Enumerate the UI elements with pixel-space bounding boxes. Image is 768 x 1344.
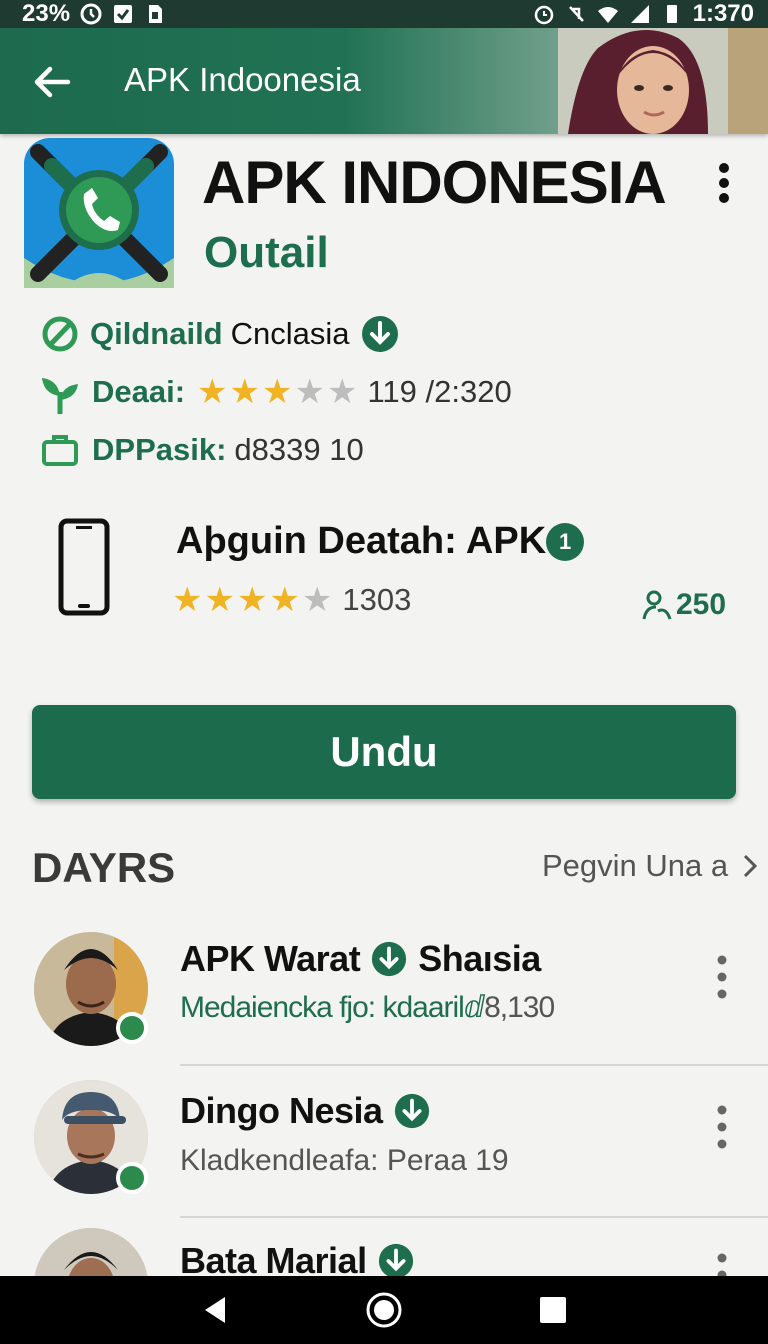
online-indicator (116, 1012, 148, 1044)
device-badge: 1 (546, 522, 585, 561)
shield-check-icon (114, 5, 133, 23)
briefcase-icon (42, 435, 78, 466)
users-icon (642, 590, 672, 620)
app-logo (24, 138, 174, 288)
list-item-title: APK Warat Shaısia (180, 938, 541, 980)
star-icon: ★ (204, 581, 235, 619)
phone-icon (58, 518, 110, 616)
signal-icon (630, 5, 649, 23)
list-item-subtitle-text: Medaiencka fjo: kdaarilⅆ (180, 991, 485, 1024)
nav-recents-icon (540, 1297, 567, 1323)
device-count: 250 (642, 588, 726, 622)
list-item-title-text: Dingo Nesia (180, 1090, 383, 1131)
device-rating: ★ ★ ★ ★ ★ 1303 (172, 582, 411, 618)
rating-row: Deaai: ★ ★ ★ ★ ★ 119 /2:320 (40, 370, 512, 414)
navigation-bar (0, 1276, 768, 1344)
developer-row: Qildnaild Cnclasia (40, 314, 400, 354)
more-vert-icon[interactable] (704, 1102, 740, 1152)
back-arrow-icon[interactable] (30, 60, 74, 104)
star-icon: ★ (301, 581, 333, 619)
battery-icon (666, 5, 677, 23)
status-time: 1:370 (692, 0, 754, 27)
star-icon: ★ (197, 373, 228, 411)
nav-home-button[interactable] (360, 1286, 408, 1334)
more-vert-icon[interactable] (706, 158, 742, 208)
app-bar: APK Indoonesia (0, 28, 768, 134)
star-icon: ★ (236, 581, 268, 619)
device-title-text: Aþguin Deatah: APK (176, 520, 547, 562)
star-icon: ★ (229, 373, 261, 411)
device-rating-count: 1303 (342, 582, 412, 617)
download-badge-icon (372, 941, 407, 977)
device-row[interactable]: Aþguin Deatah: APK 1 ★ ★ ★ ★ ★ 1303 250 (0, 500, 768, 640)
star-icon: ★ (262, 373, 293, 411)
device-rating-stars: ★ ★ ★ ★ ★ (172, 583, 332, 617)
developer-value: Cnclasia (230, 316, 350, 351)
list-item[interactable]: APK Warat Shaısia Medaiencka fjo: kdaari… (0, 930, 768, 1080)
wifi-icon (597, 7, 618, 23)
list-item-subtitle: Kladkendleafa: Peraa 19 (180, 1144, 509, 1177)
more-vert-icon[interactable] (704, 952, 740, 1002)
chevron-right-icon (744, 854, 758, 878)
battery-percent: 23% (22, 0, 71, 27)
list-item-title-extra: Shaısia (418, 938, 541, 979)
screen: 23% 1:370 APK Indoonesia APK INDONESIA O… (0, 0, 768, 1344)
download-badge-icon (361, 316, 398, 352)
list-item-subtitle: Medaiencka fjo: kdaarilⅆ8,130 (180, 990, 555, 1025)
sim-icon (149, 5, 163, 23)
star-icon: ★ (269, 581, 300, 619)
rating-label: Deaai: (92, 374, 186, 409)
app-rating-stars: ★ ★ ★ ★ ★ (197, 375, 357, 409)
download-button[interactable]: Undu (32, 705, 736, 799)
star-icon: ★ (294, 373, 325, 411)
star-icon: ★ (326, 373, 358, 411)
divider (180, 1216, 768, 1218)
status-bar: 23% 1:370 (0, 0, 768, 28)
section-link[interactable]: Pegvin Una a (542, 848, 758, 884)
section-link-label: Pegvin Una a (542, 848, 729, 883)
nav-back-button[interactable] (191, 1286, 239, 1334)
leaf-icon (42, 378, 78, 414)
nav-recents-button[interactable] (529, 1286, 577, 1334)
device-title: Aþguin Deatah: APK 1 (176, 520, 585, 563)
size-value: d8339 10 (234, 432, 364, 467)
app-subtitle: Outail (204, 228, 329, 277)
app-bar-title: APK Indoonesia (124, 61, 361, 98)
download-badge-icon (378, 1243, 413, 1279)
clock-icon (80, 3, 102, 25)
app-name: APK INDONESIA (202, 149, 667, 216)
section-title: DAYRS (32, 844, 176, 891)
nav-home-icon (366, 1292, 402, 1328)
size-row: DPPasik: d8339 10 (40, 430, 364, 470)
alarm-icon (534, 5, 553, 25)
list-item-subtitle-num: 8,130 (484, 991, 555, 1024)
list-item[interactable]: Dingo Nesia Kladkendleafa: Peraa 19 (0, 1080, 768, 1230)
star-icon: ★ (172, 581, 203, 619)
device-count-value: 250 (676, 588, 727, 621)
hero-photo (558, 28, 768, 134)
divider (180, 1064, 768, 1066)
list-item-title: Dingo Nesia (180, 1090, 431, 1132)
developer-label: Qildnaild (90, 316, 223, 351)
size-label: DPPasik: (92, 432, 227, 467)
nav-back-icon (204, 1297, 225, 1323)
download-badge-icon (394, 1093, 429, 1129)
verified-icon (42, 316, 78, 352)
mute-icon (568, 6, 584, 22)
online-indicator (116, 1162, 148, 1194)
rating-value: 119 /2:320 (367, 374, 512, 409)
list-item-title-text: APK Warat (180, 938, 361, 979)
